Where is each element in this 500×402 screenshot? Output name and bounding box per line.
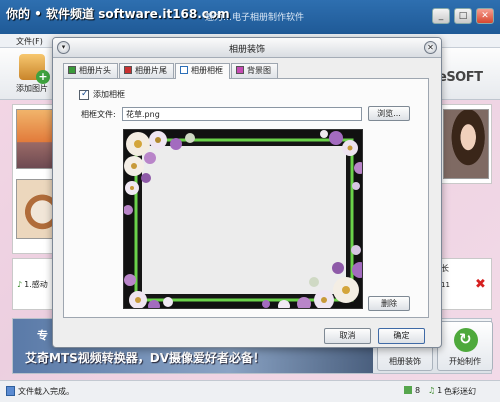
- music-note-icon: ♪: [17, 280, 23, 289]
- close-icon[interactable]: ✕: [424, 41, 437, 54]
- status-text: 文件载入完成。: [18, 387, 74, 396]
- add-frame-label: 添加相框: [93, 90, 125, 99]
- brand-logo: eSOFT: [438, 70, 483, 85]
- list-header-length: 长: [441, 264, 449, 273]
- add-photo-button[interactable]: 添加图片: [12, 54, 52, 94]
- dialog-titlebar: ▾ 相册装饰 ✕: [53, 38, 441, 58]
- document-icon: [6, 386, 15, 396]
- app-title: 魅力…电子相册制作软件: [205, 13, 305, 23]
- status-label: 色彩迷幻: [444, 387, 476, 396]
- tab-label: 相册片尾: [135, 66, 167, 75]
- intro-tab-icon: [68, 66, 76, 74]
- background-tab-icon: [236, 66, 244, 74]
- frame-tab-icon: [180, 66, 188, 74]
- add-frame-checkbox[interactable]: [79, 89, 89, 100]
- minimize-button[interactable]: _: [432, 8, 450, 24]
- ad-text: 艾奇MTS视频转换器，DV摄像爱好者必备！: [25, 351, 266, 365]
- site-watermark: 你的 • 软件频道 software.it168.com: [6, 7, 230, 21]
- add-frame-checkbox-row[interactable]: 添加相框: [79, 89, 125, 100]
- browse-button[interactable]: 浏览...: [368, 106, 410, 121]
- tab-album-outro[interactable]: 相册片尾: [119, 63, 174, 78]
- dialog-title: 相册装饰: [228, 45, 265, 55]
- list-item-label: 1.感动: [24, 280, 48, 289]
- preview-thumbnail-panel: [438, 104, 492, 184]
- album-decorate-label: 相册装饰: [389, 357, 421, 366]
- close-button[interactable]: ✕: [476, 8, 494, 24]
- delete-x-icon[interactable]: ✖: [475, 277, 486, 292]
- music-count: 1: [428, 386, 442, 395]
- frame-preview: [123, 129, 363, 309]
- status-bar: 文件载入完成。 8 1 色彩迷幻: [0, 380, 500, 402]
- tab-album-intro[interactable]: 相册片头: [63, 63, 118, 78]
- list-item-length: 11: [441, 281, 450, 289]
- add-photo-label: 添加图片: [16, 84, 48, 93]
- tab-label: 相册片头: [79, 66, 111, 75]
- tab-label: 相册相框: [191, 66, 223, 75]
- list-item[interactable]: ♪ 1.感动: [17, 279, 48, 290]
- start-make-label: 开始制作: [449, 357, 481, 366]
- menu-file[interactable]: 文件(F): [16, 36, 43, 47]
- tab-background[interactable]: 背景图: [231, 63, 278, 78]
- frame-file-label: 相框文件:: [81, 110, 116, 119]
- delete-button[interactable]: 删除: [368, 296, 410, 311]
- tab-album-frame[interactable]: 相册相框: [175, 63, 230, 79]
- window-controls: _ □ ✕: [432, 8, 494, 24]
- photo-thumbnail[interactable]: [443, 109, 489, 179]
- ok-button[interactable]: 确定: [378, 328, 425, 344]
- app-titlebar: 你的 • 软件频道 software.it168.com 魅力…电子相册制作软件…: [0, 0, 500, 34]
- start-make-button[interactable]: 开始制作: [437, 321, 493, 371]
- outro-tab-icon: [124, 66, 132, 74]
- refresh-icon: [454, 328, 478, 352]
- image-count: 8: [404, 386, 420, 395]
- frame-tab-panel: 添加相框 相框文件: 浏览...: [63, 78, 429, 318]
- album-decorate-dialog: ▾ 相册装饰 ✕ 相册片头 相册片尾 相册相框 背景图 添加相框 相框文件: 浏…: [52, 37, 442, 348]
- cancel-button[interactable]: 取消: [324, 328, 371, 344]
- maximize-button[interactable]: □: [454, 8, 472, 24]
- frame-file-input[interactable]: [122, 107, 362, 121]
- ad-title: 专: [37, 329, 48, 342]
- frame-preview-image: [124, 130, 362, 308]
- tab-label: 背景图: [247, 66, 271, 75]
- add-photo-icon: [19, 54, 50, 84]
